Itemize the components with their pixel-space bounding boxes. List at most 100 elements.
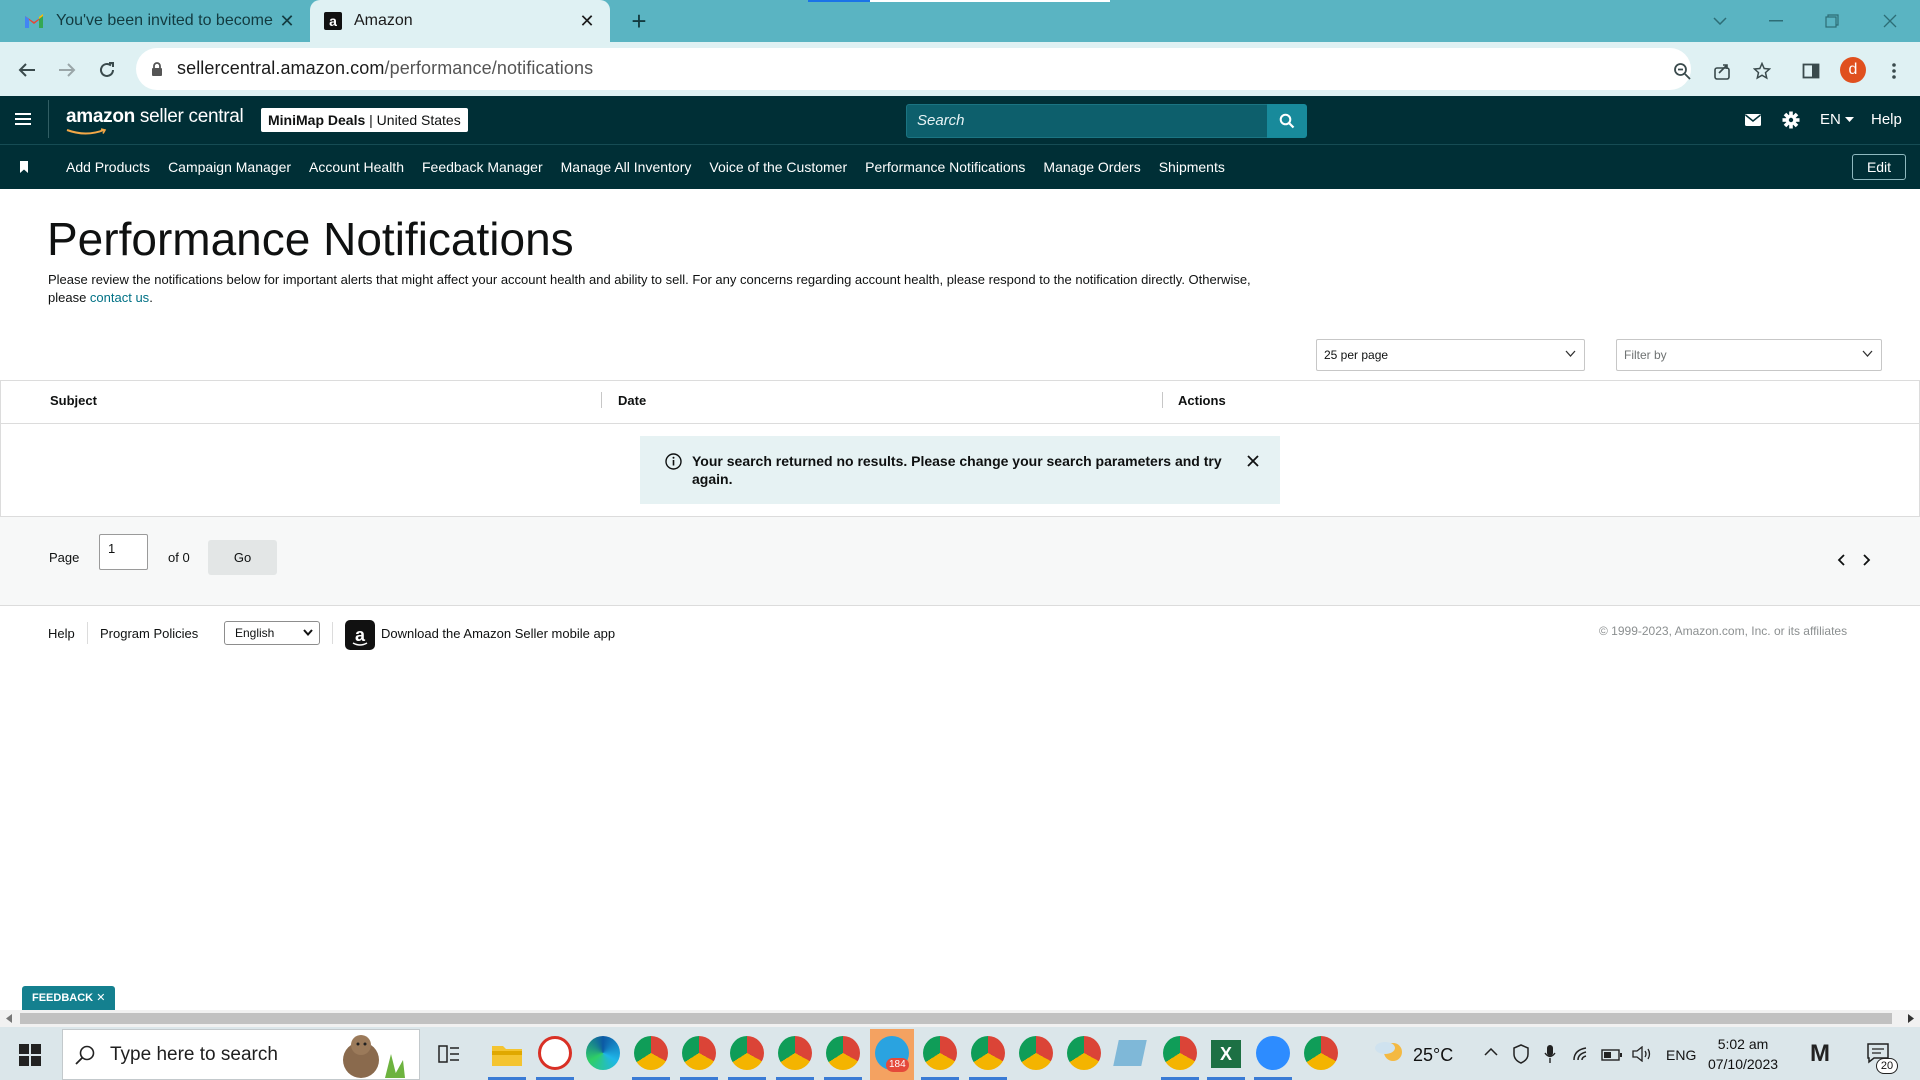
seller-central-logo[interactable]: amazon seller central bbox=[66, 106, 244, 128]
window-close-icon[interactable] bbox=[1862, 0, 1918, 42]
chrome-profile-icon[interactable] bbox=[923, 1036, 957, 1070]
paint-app-icon[interactable] bbox=[538, 1036, 572, 1070]
volume-icon[interactable] bbox=[1632, 1046, 1652, 1062]
battery-icon[interactable] bbox=[1601, 1049, 1623, 1061]
search-button[interactable] bbox=[1267, 104, 1307, 138]
chrome-profile-icon[interactable] bbox=[1067, 1036, 1101, 1070]
input-language[interactable]: ENG bbox=[1666, 1047, 1696, 1063]
footer-help-link[interactable]: Help bbox=[48, 626, 75, 641]
store-switcher[interactable]: MiniMap Deals | United States bbox=[261, 108, 468, 132]
chrome-profile-icon[interactable] bbox=[730, 1036, 764, 1070]
scroll-left-arrow-icon[interactable] bbox=[6, 1014, 12, 1023]
chevron-down-icon bbox=[1862, 350, 1873, 357]
defender-shield-icon[interactable] bbox=[1512, 1044, 1530, 1064]
reload-icon[interactable] bbox=[91, 54, 123, 86]
file-explorer-icon[interactable] bbox=[490, 1040, 524, 1068]
search-input[interactable]: Search bbox=[906, 104, 1268, 138]
profile-avatar[interactable]: d bbox=[1840, 57, 1866, 83]
feedback-tab[interactable]: FEEDBACK ✕ bbox=[22, 986, 116, 1010]
gmail-icon bbox=[24, 13, 44, 29]
edit-nav-button[interactable]: Edit bbox=[1852, 154, 1906, 180]
windows-start-icon[interactable] bbox=[19, 1044, 41, 1066]
chrome-profile-icon[interactable] bbox=[682, 1036, 716, 1070]
forward-arrow-icon[interactable] bbox=[51, 54, 83, 86]
nav-feedback-manager[interactable]: Feedback Manager bbox=[413, 154, 552, 180]
nav-add-products[interactable]: Add Products bbox=[57, 154, 159, 180]
close-icon[interactable]: ✕ bbox=[96, 992, 105, 1004]
chrome-icon[interactable] bbox=[1304, 1036, 1338, 1070]
weather-temperature[interactable]: 25°C bbox=[1413, 1045, 1453, 1066]
program-policies-link[interactable]: Program Policies bbox=[100, 626, 198, 641]
page-number-input[interactable]: 1 bbox=[99, 534, 148, 570]
chrome-profile-icon[interactable] bbox=[1019, 1036, 1053, 1070]
back-arrow-icon[interactable] bbox=[11, 54, 43, 86]
excel-icon[interactable]: X bbox=[1211, 1040, 1241, 1068]
notification-count-badge: 20 bbox=[1876, 1058, 1898, 1074]
restore-icon[interactable] bbox=[1804, 0, 1860, 42]
nav-performance-notifications[interactable]: Performance Notifications bbox=[856, 154, 1034, 180]
chrome-profile-icon[interactable] bbox=[634, 1036, 668, 1070]
filter-by-select[interactable]: Filter by bbox=[1616, 339, 1882, 371]
language-label: EN bbox=[1820, 111, 1841, 128]
column-subject[interactable]: Subject bbox=[50, 393, 97, 408]
next-page-chevron-right-icon[interactable] bbox=[1863, 554, 1871, 566]
column-date[interactable]: Date bbox=[618, 393, 646, 408]
zoom-icon[interactable] bbox=[1666, 55, 1698, 87]
new-tab-plus-icon[interactable]: + bbox=[624, 6, 654, 36]
side-panel-icon[interactable] bbox=[1795, 55, 1827, 87]
bookmark-star-icon[interactable] bbox=[1746, 55, 1778, 87]
minimize-icon[interactable] bbox=[1748, 0, 1804, 42]
scroll-right-arrow-icon[interactable] bbox=[1908, 1014, 1914, 1023]
chrome-profile-icon[interactable] bbox=[971, 1036, 1005, 1070]
footer-divider bbox=[87, 622, 88, 644]
download-app-link[interactable]: Download the Amazon Seller mobile app bbox=[381, 626, 615, 641]
close-icon[interactable]: ✕ bbox=[274, 11, 300, 32]
contact-us-link[interactable]: contact us bbox=[90, 290, 149, 305]
browser-menu-icon[interactable] bbox=[1878, 55, 1910, 87]
url-text[interactable]: sellercentral.amazon.com/performance/not… bbox=[177, 58, 593, 79]
mail-icon[interactable] bbox=[1744, 106, 1762, 134]
taskbar-clock[interactable]: 5:02 am 07/10/2023 bbox=[1700, 1034, 1786, 1074]
help-link[interactable]: Help bbox=[1871, 106, 1902, 134]
bookmark-icon[interactable] bbox=[19, 161, 29, 173]
task-view-icon[interactable] bbox=[437, 1042, 461, 1066]
close-icon[interactable]: ✕ bbox=[574, 11, 600, 32]
per-page-select[interactable]: 25 per page bbox=[1316, 339, 1585, 371]
tab-search-chevron-down-icon[interactable] bbox=[1692, 0, 1748, 42]
groundhog-illustration-icon bbox=[325, 1032, 415, 1078]
page-description: Please review the notifications below fo… bbox=[48, 271, 1278, 307]
edge-browser-icon[interactable] bbox=[586, 1036, 620, 1070]
previous-page-chevron-left-icon[interactable] bbox=[1837, 554, 1845, 566]
scrollbar-thumb[interactable] bbox=[20, 1013, 1892, 1024]
nav-manage-all-inventory[interactable]: Manage All Inventory bbox=[552, 154, 701, 180]
url-path: /performance/notifications bbox=[384, 58, 594, 78]
marketplace: United States bbox=[376, 112, 461, 128]
nav-manage-orders[interactable]: Manage Orders bbox=[1034, 154, 1149, 180]
notepad-app-icon[interactable] bbox=[1113, 1040, 1147, 1066]
weather-partly-cloudy-icon[interactable] bbox=[1373, 1038, 1405, 1068]
tab-loading-indicator bbox=[870, 0, 1110, 2]
dismiss-alert-close-icon[interactable] bbox=[1247, 455, 1259, 467]
browser-tab-gmail[interactable]: You've been invited to become a ✕ bbox=[10, 0, 310, 42]
gear-icon[interactable] bbox=[1782, 106, 1800, 134]
share-icon[interactable] bbox=[1706, 55, 1738, 87]
chrome-profile-icon[interactable] bbox=[778, 1036, 812, 1070]
wifi-icon[interactable] bbox=[1572, 1046, 1592, 1062]
microphone-icon[interactable] bbox=[1544, 1044, 1556, 1064]
chrome-profile-icon[interactable] bbox=[826, 1036, 860, 1070]
meet-app-icon[interactable]: M bbox=[1810, 1040, 1830, 1068]
chevron-up-icon[interactable] bbox=[1484, 1048, 1498, 1056]
nav-shipments[interactable]: Shipments bbox=[1150, 154, 1234, 180]
chrome-profile-icon[interactable] bbox=[1163, 1036, 1197, 1070]
nav-campaign-manager[interactable]: Campaign Manager bbox=[159, 154, 300, 180]
go-button[interactable]: Go bbox=[208, 540, 277, 575]
nav-account-health[interactable]: Account Health bbox=[300, 154, 413, 180]
nav-voice-of-the-customer[interactable]: Voice of the Customer bbox=[700, 154, 856, 180]
browser-tab-amazon[interactable]: a Amazon ✕ bbox=[310, 0, 610, 42]
amazon-app-icon[interactable]: a bbox=[345, 620, 375, 650]
footer-language-select[interactable]: English bbox=[224, 621, 320, 645]
language-selector[interactable]: EN bbox=[1820, 106, 1854, 134]
zoom-app-icon[interactable] bbox=[1256, 1036, 1290, 1070]
lock-icon[interactable] bbox=[151, 62, 163, 77]
hamburger-menu-icon[interactable] bbox=[14, 112, 32, 126]
